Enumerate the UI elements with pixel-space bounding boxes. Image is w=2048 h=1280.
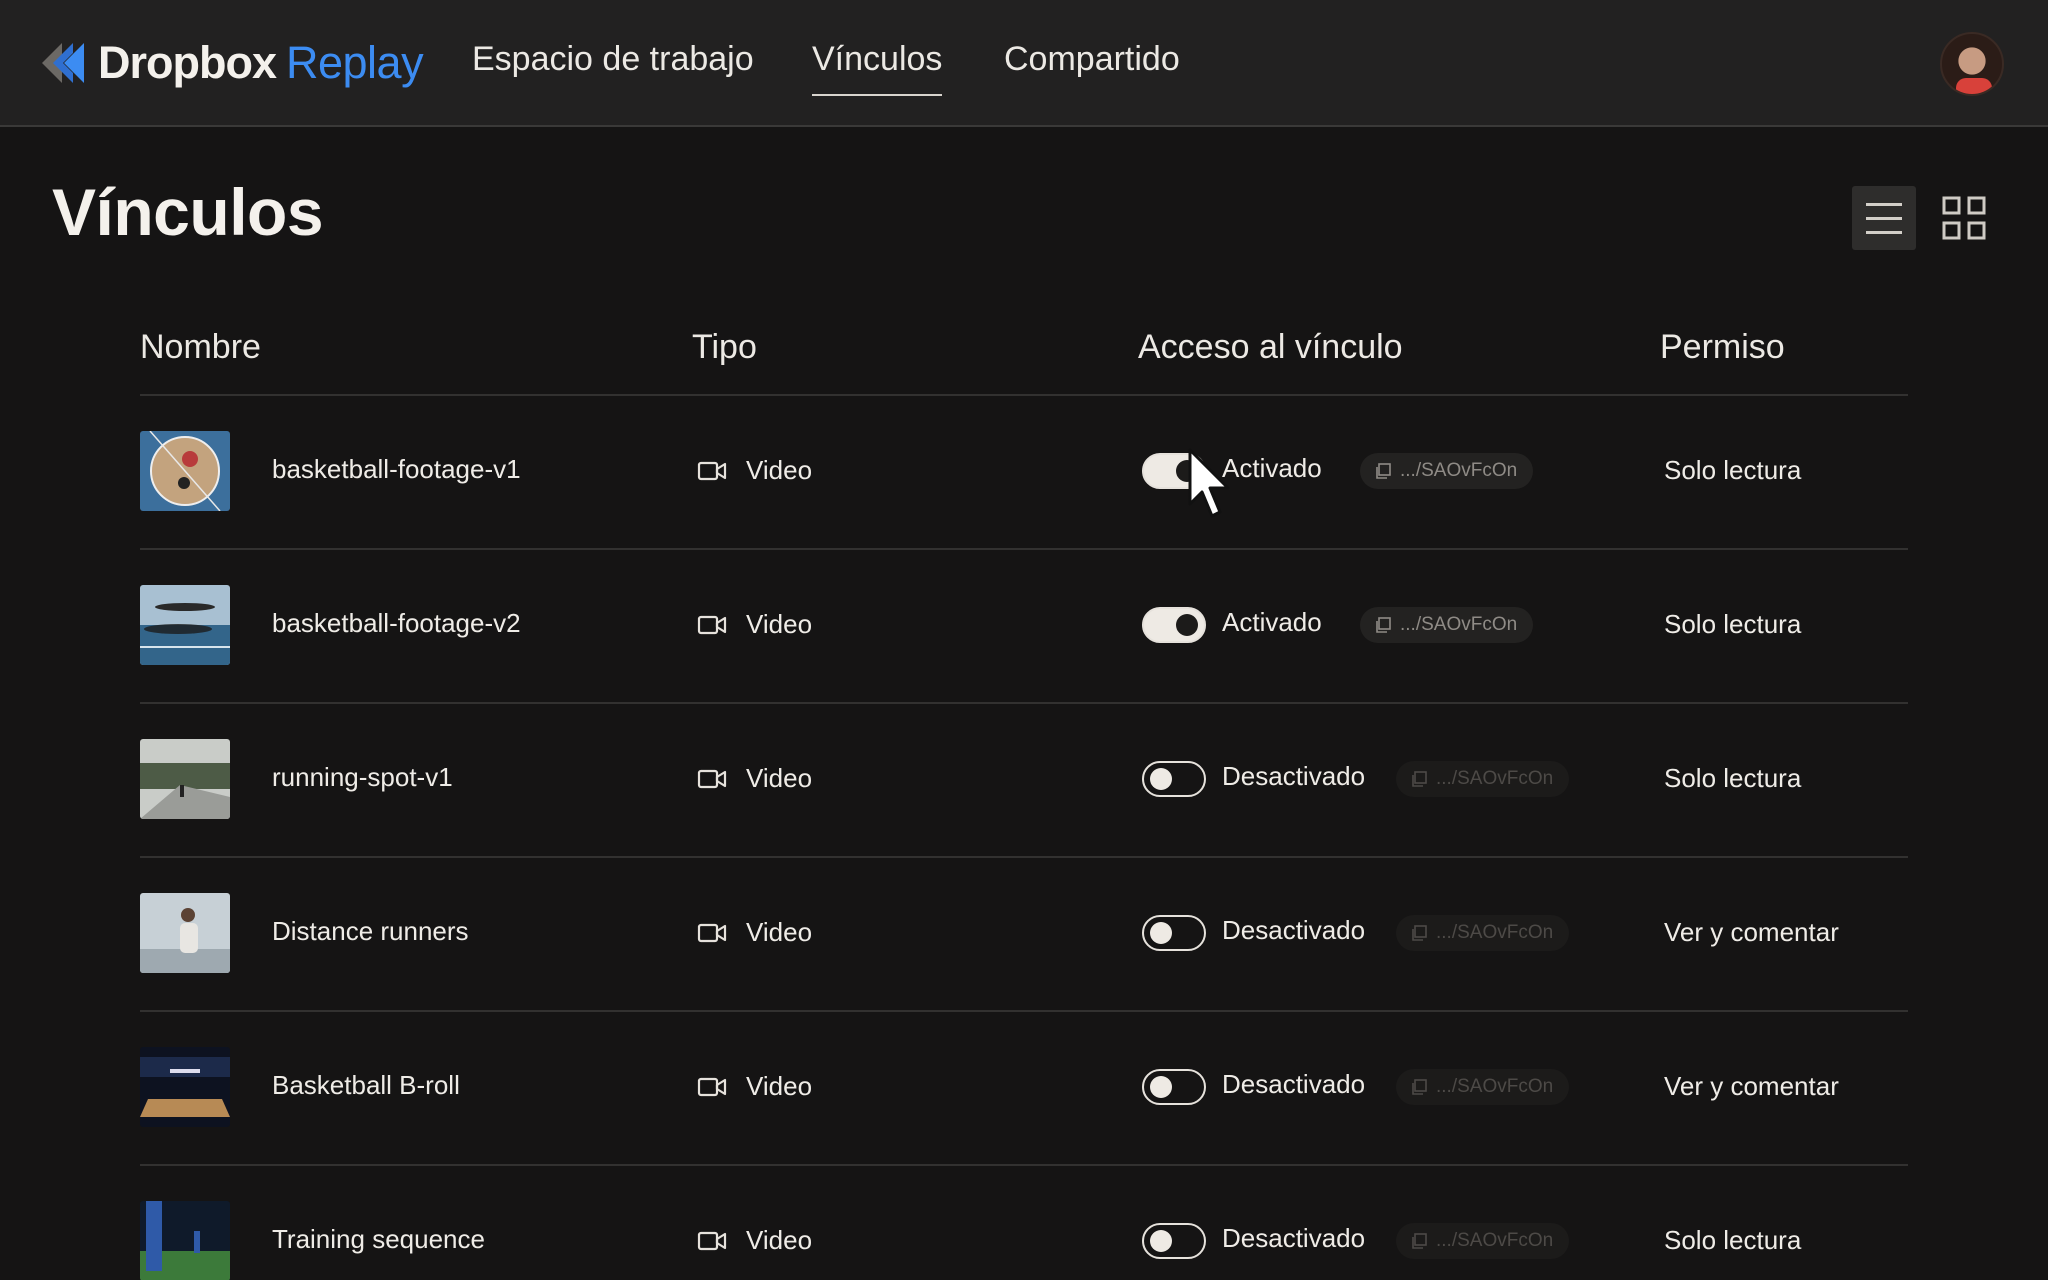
copy-icon xyxy=(1412,925,1427,941)
table-row[interactable]: running-spot-v1 Video Desactivado .../SA… xyxy=(0,702,2048,856)
link-url: .../SAOvFcOn xyxy=(1436,768,1554,789)
file-name[interactable]: Training sequence xyxy=(272,1224,485,1255)
permission-label[interactable]: Ver y comentar xyxy=(1664,1071,1839,1102)
user-avatar[interactable] xyxy=(1940,32,2004,96)
copy-icon xyxy=(1412,1079,1427,1095)
toggle-knob xyxy=(1150,1230,1172,1252)
file-type: Video xyxy=(746,455,813,485)
link-access-toggle[interactable] xyxy=(1142,915,1206,951)
video-thumbnail[interactable] xyxy=(140,893,230,973)
link-access-toggle[interactable] xyxy=(1142,1069,1206,1105)
video-camera-icon xyxy=(697,615,727,635)
column-header-acceso[interactable]: Acceso al vínculo xyxy=(1138,328,1403,367)
video-camera-icon xyxy=(697,923,727,943)
file-type: Video xyxy=(746,763,813,793)
file-name[interactable]: Distance runners xyxy=(272,916,469,947)
toggle-knob xyxy=(1150,1076,1172,1098)
copy-icon xyxy=(1412,1233,1427,1249)
toggle-knob xyxy=(1150,922,1172,944)
copy-link-chip[interactable]: .../SAOvFcOn xyxy=(1360,607,1534,643)
access-status: Desactivado xyxy=(1222,761,1366,791)
file-name[interactable]: basketball-footage-v1 xyxy=(272,454,521,485)
permission-label[interactable]: Solo lectura xyxy=(1664,763,1801,794)
access-status: Desactivado xyxy=(1222,1223,1366,1253)
permission-label[interactable]: Solo lectura xyxy=(1664,1225,1801,1256)
copy-icon xyxy=(1376,463,1391,479)
table-row[interactable]: basketball-footage-v2 Video Activado ...… xyxy=(0,548,2048,702)
copy-icon xyxy=(1376,617,1391,633)
video-camera-icon xyxy=(697,769,727,789)
toggle-knob xyxy=(1150,768,1172,790)
table-row[interactable]: Training sequence Video Desactivado .../… xyxy=(0,1164,2048,1280)
grid-view-icon[interactable] xyxy=(1942,196,1986,240)
file-name[interactable]: Basketball B-roll xyxy=(272,1070,460,1101)
list-icon-line xyxy=(1866,216,1902,220)
file-type: Video xyxy=(746,609,813,639)
link-url: .../SAOvFcOn xyxy=(1436,1076,1554,1097)
link-url: .../SAOvFcOn xyxy=(1400,460,1518,481)
video-thumbnail[interactable] xyxy=(140,739,230,819)
column-header-nombre[interactable]: Nombre xyxy=(140,328,261,367)
file-type: Video xyxy=(746,1225,813,1255)
access-status: Desactivado xyxy=(1222,1069,1366,1099)
file-name[interactable]: running-spot-v1 xyxy=(272,762,453,793)
video-camera-icon xyxy=(697,1231,727,1251)
link-url: .../SAOvFcOn xyxy=(1436,1230,1554,1251)
toggle-knob xyxy=(1176,614,1198,636)
permission-label[interactable]: Solo lectura xyxy=(1664,609,1801,640)
copy-link-chip: .../SAOvFcOn xyxy=(1396,761,1570,797)
access-status: Activado xyxy=(1222,607,1322,637)
copy-link-chip: .../SAOvFcOn xyxy=(1396,1069,1570,1105)
video-thumbnail[interactable] xyxy=(140,585,230,665)
copy-link-chip: .../SAOvFcOn xyxy=(1396,915,1570,951)
video-camera-icon xyxy=(697,1077,727,1097)
replay-logo-icon xyxy=(42,43,84,83)
top-navigation-bar: Dropbox Replay Espacio de trabajo Víncul… xyxy=(0,0,2048,127)
video-thumbnail[interactable] xyxy=(140,1201,230,1280)
page-title: Vínculos xyxy=(52,175,324,249)
permission-label[interactable]: Ver y comentar xyxy=(1664,917,1839,948)
table-row[interactable]: Basketball B-roll Video Desactivado .../… xyxy=(0,1010,2048,1164)
list-icon-line xyxy=(1866,230,1902,234)
access-status: Activado xyxy=(1222,453,1322,483)
product-name: Replay xyxy=(286,37,424,88)
copy-link-chip[interactable]: .../SAOvFcOn xyxy=(1360,453,1534,489)
copy-icon xyxy=(1412,771,1427,787)
list-view-button[interactable] xyxy=(1852,186,1916,250)
copy-link-chip: .../SAOvFcOn xyxy=(1396,1223,1570,1259)
video-thumbnail[interactable] xyxy=(140,1047,230,1127)
link-access-toggle[interactable] xyxy=(1142,761,1206,797)
link-url: .../SAOvFcOn xyxy=(1400,614,1518,635)
permission-label[interactable]: Solo lectura xyxy=(1664,455,1801,486)
file-type: Video xyxy=(746,1071,813,1101)
nav-item-vinculos[interactable]: Vínculos xyxy=(812,40,943,96)
brand-name: Dropbox xyxy=(98,37,277,88)
table-row[interactable]: Distance runners Video Desactivado .../S… xyxy=(0,856,2048,1010)
table-row[interactable]: basketball-footage-v1 Video Activado ...… xyxy=(0,394,2048,548)
link-access-toggle[interactable] xyxy=(1142,1223,1206,1259)
nav-item-compartido[interactable]: Compartido xyxy=(1004,40,1180,79)
video-thumbnail[interactable] xyxy=(140,431,230,511)
column-header-permiso[interactable]: Permiso xyxy=(1660,328,1785,367)
nav-item-espacio-de-trabajo[interactable]: Espacio de trabajo xyxy=(472,40,754,79)
video-camera-icon xyxy=(697,461,727,481)
dropbox-replay-logo[interactable]: Dropbox Replay xyxy=(40,37,424,88)
mouse-pointer-icon xyxy=(1188,448,1230,518)
column-header-tipo[interactable]: Tipo xyxy=(692,328,757,367)
access-status: Desactivado xyxy=(1222,915,1366,945)
file-type: Video xyxy=(746,917,813,947)
link-access-toggle[interactable] xyxy=(1142,607,1206,643)
file-name[interactable]: basketball-footage-v2 xyxy=(272,608,521,639)
link-url: .../SAOvFcOn xyxy=(1436,922,1554,943)
list-icon-line xyxy=(1866,202,1902,206)
